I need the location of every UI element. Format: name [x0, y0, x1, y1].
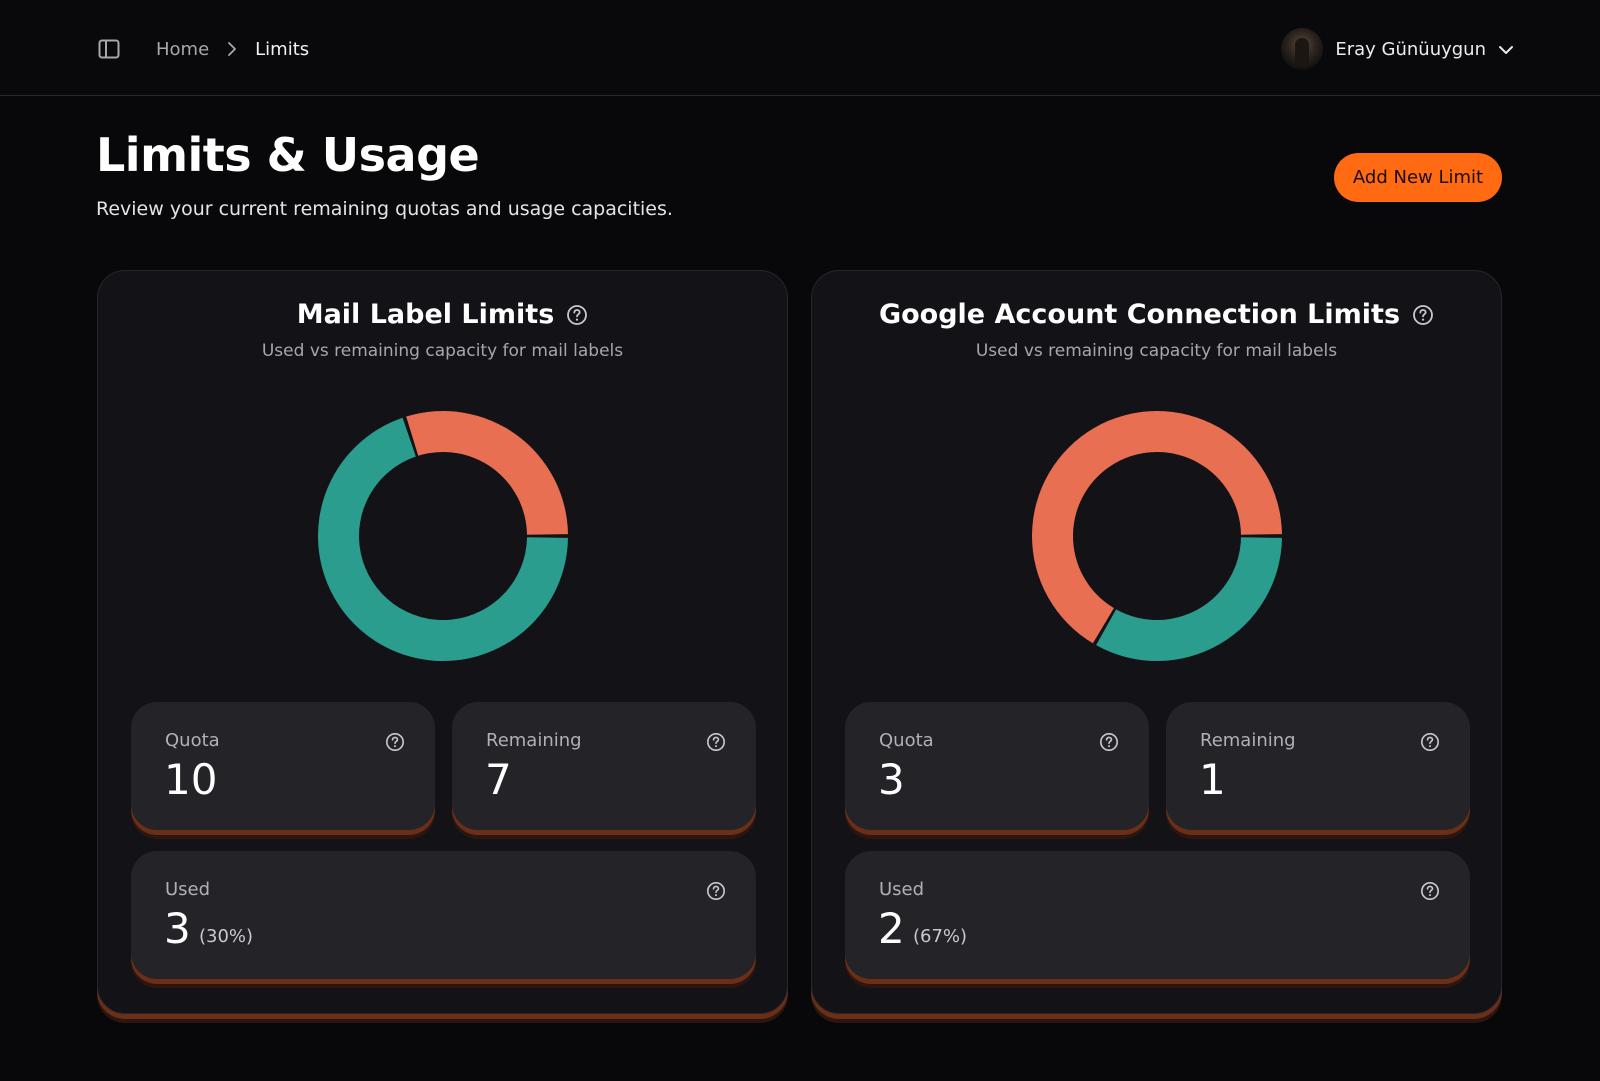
- limit-card-google-accounts: Google Account Connection Limits Used vs…: [811, 270, 1502, 1014]
- help-icon[interactable]: [706, 881, 726, 901]
- breadcrumb-home-link[interactable]: Home: [156, 39, 209, 60]
- donut-slice-used: [406, 411, 568, 535]
- card-title: Google Account Connection Limits: [878, 299, 1401, 330]
- card-subtitle: Used vs remaining capacity for mail labe…: [975, 341, 1338, 361]
- used-percent: (30%): [199, 926, 254, 947]
- donut-chart: [318, 411, 568, 661]
- remaining-stat: Remaining 7: [452, 702, 756, 830]
- help-icon[interactable]: [1099, 732, 1119, 752]
- help-icon[interactable]: [566, 304, 588, 326]
- stat-label: Quota: [165, 730, 220, 751]
- stat-label: Remaining: [1200, 730, 1296, 751]
- used-percent: (67%): [913, 926, 968, 947]
- stat-label: Used: [879, 879, 925, 900]
- breadcrumb: Home Limits: [156, 36, 309, 62]
- help-icon[interactable]: [1420, 881, 1440, 901]
- help-icon[interactable]: [385, 732, 405, 752]
- page-subtitle: Review your current remaining quotas and…: [96, 198, 673, 220]
- top-bar: Home Limits Eray Günüuygun: [0, 0, 1600, 96]
- card-subtitle: Used vs remaining capacity for mail labe…: [261, 341, 624, 361]
- donut-chart: [1032, 411, 1282, 661]
- add-new-limit-button[interactable]: Add New Limit: [1334, 153, 1502, 202]
- stat-value: 2: [878, 904, 905, 953]
- used-stat: Used 2 (67%): [845, 851, 1470, 979]
- limit-card-mail-labels: Mail Label Limits Used vs remaining capa…: [97, 270, 788, 1014]
- help-icon[interactable]: [1412, 304, 1434, 326]
- donut-slice-remaining: [1096, 537, 1282, 661]
- stat-label: Quota: [879, 730, 934, 751]
- breadcrumb-current: Limits: [255, 38, 310, 60]
- quota-stat: Quota 3: [845, 702, 1149, 830]
- used-stat: Used 3 (30%): [131, 851, 756, 979]
- stat-label: Remaining: [486, 730, 582, 751]
- avatar: [1281, 28, 1324, 70]
- quota-stat: Quota 10: [131, 702, 435, 830]
- user-name: Eray Günüuygun: [1335, 38, 1486, 60]
- stat-value: 1: [1199, 755, 1226, 804]
- help-icon[interactable]: [706, 732, 726, 752]
- sidebar-toggle-icon[interactable]: [96, 36, 122, 62]
- stat-value: 10: [164, 755, 218, 804]
- page-title: Limits & Usage: [96, 128, 480, 182]
- stat-label: Used: [165, 879, 211, 900]
- user-menu[interactable]: Eray Günüuygun: [1281, 28, 1514, 70]
- chevron-down-icon: [1498, 40, 1514, 59]
- help-icon[interactable]: [1420, 732, 1440, 752]
- stat-value: 3: [164, 904, 191, 953]
- card-title: Mail Label Limits: [296, 299, 555, 330]
- stat-value: 3: [878, 755, 905, 804]
- remaining-stat: Remaining 1: [1166, 702, 1470, 830]
- stat-value: 7: [485, 755, 512, 804]
- chevron-right-icon: [227, 42, 237, 56]
